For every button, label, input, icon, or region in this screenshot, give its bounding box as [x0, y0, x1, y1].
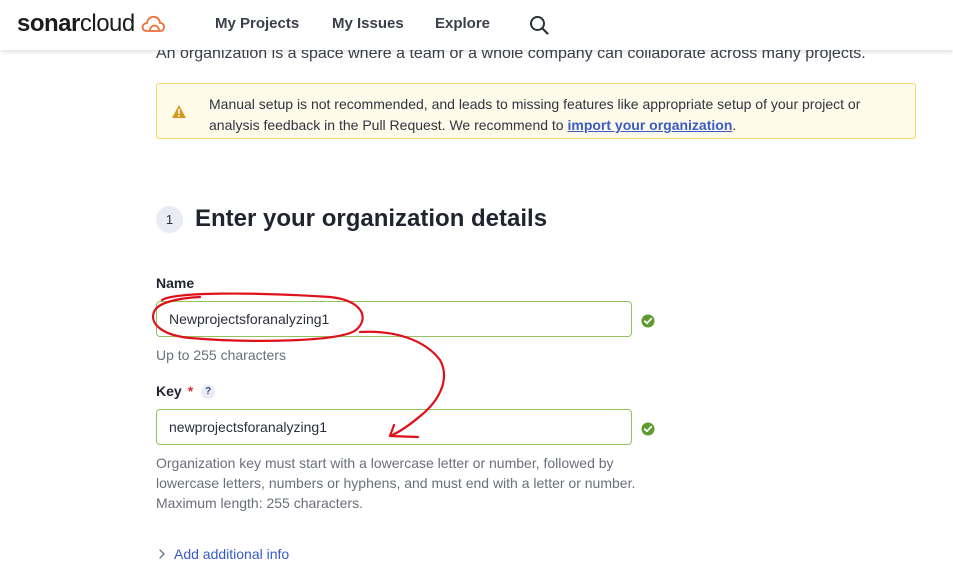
name-valid-check-icon — [641, 314, 655, 328]
warning-icon — [172, 105, 186, 118]
warning-message: Manual setup is not recommended, and lea… — [209, 94, 909, 136]
key-hint: Organization key must start with a lower… — [156, 455, 636, 511]
page: sonar cloud My Projects My Issues Explore… — [0, 0, 953, 580]
add-additional-info-toggle[interactable]: Add additional info — [158, 546, 289, 562]
step-title: Enter your organization details — [195, 205, 548, 232]
nav-my-projects[interactable]: My Projects — [215, 15, 299, 32]
nav-my-issues[interactable]: My Issues — [332, 15, 404, 32]
key-label: Key *? — [156, 383, 216, 400]
chevron-right-icon — [159, 549, 165, 559]
warning-text-after: . — [732, 117, 737, 133]
sonarcloud-logo[interactable]: sonar cloud — [17, 10, 166, 38]
step-number-badge: 1 — [156, 206, 183, 233]
key-valid-check-icon — [641, 422, 655, 436]
nav-explore[interactable]: Explore — [435, 15, 490, 32]
logo-text-light: cloud — [79, 10, 135, 37]
cloud-logo-icon — [141, 15, 165, 32]
name-label: Name — [156, 275, 195, 291]
key-label-text: Key — [156, 383, 182, 399]
key-input[interactable] — [156, 409, 632, 445]
help-icon[interactable]: ? — [201, 385, 216, 400]
import-organization-link[interactable]: import your organization — [567, 117, 732, 133]
search-icon[interactable] — [529, 15, 549, 35]
warning-text-before: Manual setup is not recommended, and lea… — [209, 96, 861, 133]
logo-text-bold: sonar — [17, 10, 80, 37]
top-navigation: sonar cloud My Projects My Issues Explore — [0, 0, 953, 50]
manual-setup-warning: Manual setup is not recommended, and lea… — [156, 83, 916, 139]
name-hint: Up to 255 characters — [156, 347, 286, 363]
required-marker: * — [187, 383, 194, 399]
add-info-label: Add additional info — [174, 546, 290, 562]
name-input[interactable] — [156, 301, 632, 337]
